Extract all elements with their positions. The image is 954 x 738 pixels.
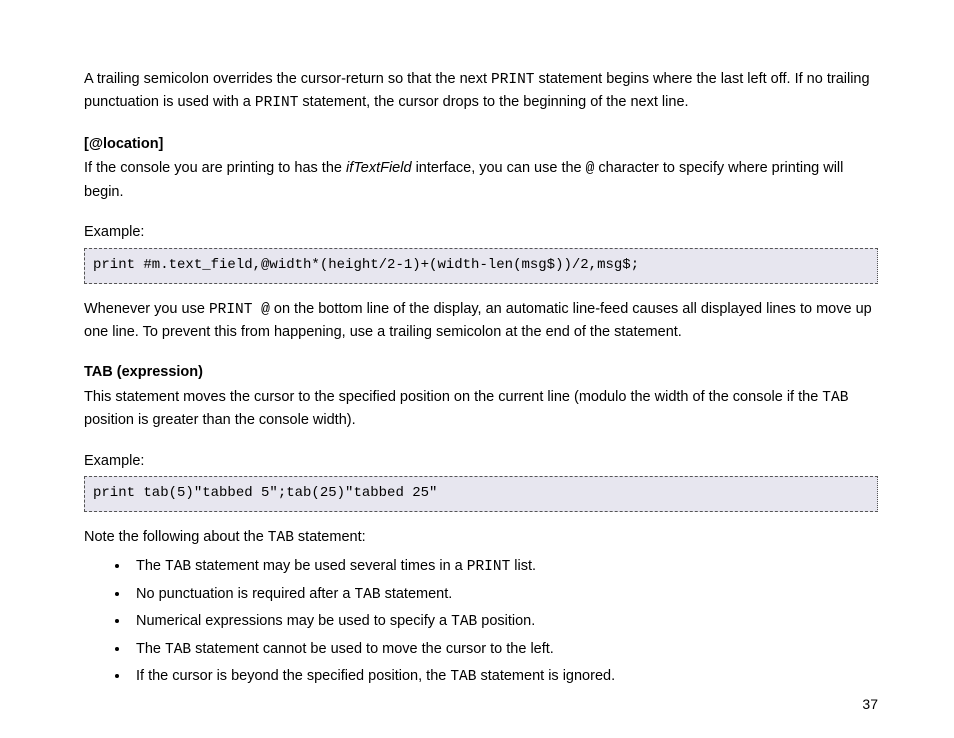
list-item: The TAB statement cannot be used to move… xyxy=(130,638,878,661)
text: statement may be used several times in a xyxy=(191,558,467,574)
inline-code: TAB xyxy=(165,642,191,658)
text: No punctuation is required after a xyxy=(136,586,354,602)
text: statement: xyxy=(294,529,366,545)
tab-heading: TAB (expression) xyxy=(84,361,878,383)
list-item: The TAB statement may be used several ti… xyxy=(130,555,878,578)
tab-paragraph: This statement moves the cursor to the s… xyxy=(84,386,878,432)
text: The xyxy=(136,558,165,574)
page-content: A trailing semicolon overrides the curso… xyxy=(0,0,954,689)
text: A trailing semicolon overrides the curso… xyxy=(84,71,491,87)
text: If the cursor is beyond the specified po… xyxy=(136,668,450,684)
text: Whenever you use xyxy=(84,301,209,317)
list-item: No punctuation is required after a TAB s… xyxy=(130,583,878,606)
inline-code: TAB xyxy=(822,390,848,406)
text: If the console you are printing to has t… xyxy=(84,160,346,176)
location-paragraph: If the console you are printing to has t… xyxy=(84,157,878,203)
text: The xyxy=(136,641,165,657)
text: position is greater than the console wid… xyxy=(84,412,356,428)
text: position. xyxy=(477,613,535,629)
example-label: Example: xyxy=(84,450,878,472)
inline-code: TAB xyxy=(450,669,476,685)
text: Numerical expressions may be used to spe… xyxy=(136,613,451,629)
text: Note the following about the xyxy=(84,529,268,545)
code-block-location: print #m.text_field,@width*(height/2-1)+… xyxy=(84,248,878,284)
location-after-paragraph: Whenever you use PRINT @ on the bottom l… xyxy=(84,298,878,344)
inline-code: TAB xyxy=(165,559,191,575)
intro-paragraph: A trailing semicolon overrides the curso… xyxy=(84,68,878,115)
text: interface, you can use the xyxy=(412,160,586,176)
tab-notes-list: The TAB statement may be used several ti… xyxy=(84,555,878,688)
example-label: Example: xyxy=(84,221,878,243)
text: list. xyxy=(510,558,536,574)
tab-note-paragraph: Note the following about the TAB stateme… xyxy=(84,526,878,549)
italic-text: ifTextField xyxy=(346,160,412,176)
inline-code: PRINT xyxy=(491,72,535,88)
text: statement, the cursor drops to the begin… xyxy=(298,94,688,110)
inline-code: TAB xyxy=(268,530,294,546)
page-number: 37 xyxy=(862,694,878,716)
list-item: Numerical expressions may be used to spe… xyxy=(130,610,878,633)
text: statement. xyxy=(381,586,453,602)
text: This statement moves the cursor to the s… xyxy=(84,389,822,405)
text: statement is ignored. xyxy=(476,668,615,684)
list-item: If the cursor is beyond the specified po… xyxy=(130,665,878,688)
code-block-tab: print tab(5)"tabbed 5";tab(25)"tabbed 25… xyxy=(84,476,878,512)
location-heading: [@location] xyxy=(84,133,878,155)
text: statement cannot be used to move the cur… xyxy=(191,641,554,657)
inline-code: PRINT xyxy=(467,559,511,575)
inline-code: TAB xyxy=(354,587,380,603)
inline-code: PRINT @ xyxy=(209,302,270,318)
inline-code: PRINT xyxy=(255,95,299,111)
inline-code: TAB xyxy=(451,614,477,630)
